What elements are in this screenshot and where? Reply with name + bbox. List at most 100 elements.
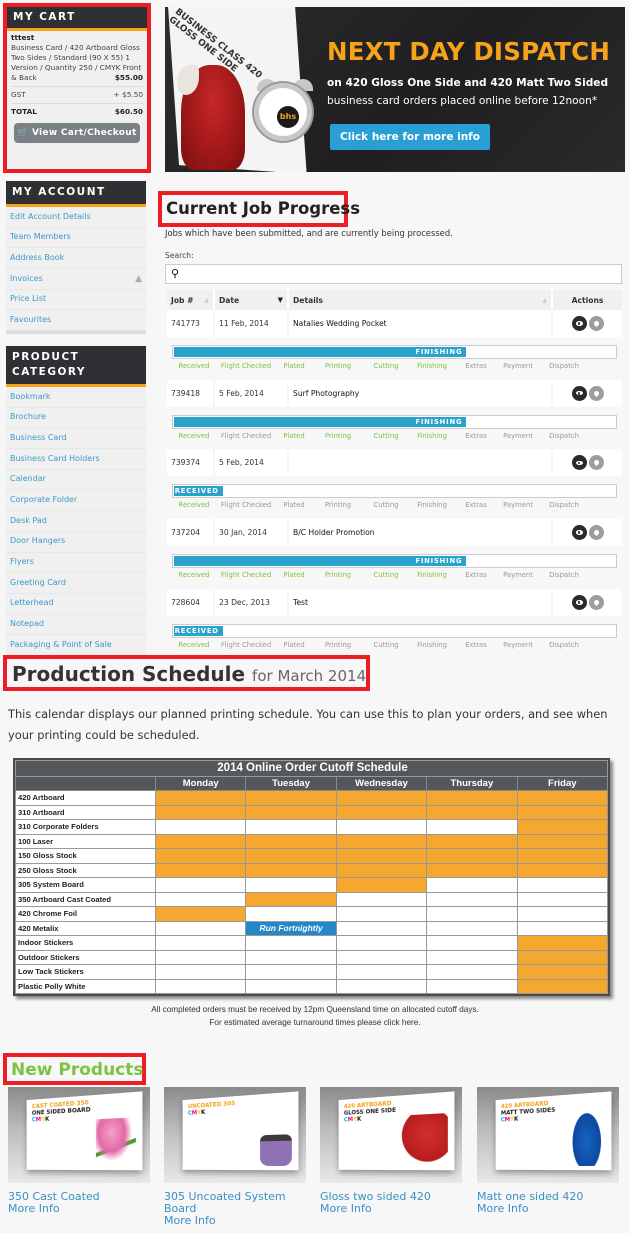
cutoff-day-cell (245, 891, 337, 907)
stage-label: Extras (465, 362, 487, 370)
cutoff-day-cell (516, 833, 609, 849)
warning-icon: ▲ (135, 273, 142, 284)
link-label: Address Book (10, 252, 65, 262)
account-link-price-list[interactable]: Price List (6, 290, 146, 311)
stock-name: 150 Gloss Stock (15, 848, 156, 864)
empty-day-cell (154, 877, 247, 893)
column-job-number[interactable]: Job # ▲︎ (167, 290, 215, 310)
stage-label: Plated (283, 501, 305, 510)
turnaround-times-link[interactable]: For estimated average turnaround times p… (209, 1018, 420, 1027)
product-image[interactable]: CAST COATED 350 ONE SIDED BOARD CMYK (8, 1087, 150, 1183)
empty-day-cell (154, 949, 247, 965)
stage-label: Flight Checked (220, 431, 272, 440)
empty-day-cell (154, 935, 247, 951)
empty-day-cell (154, 920, 247, 936)
day-header-monday: Monday (154, 776, 247, 791)
stage-label: Received (178, 640, 210, 649)
category-link-packaging-point-of-sale[interactable]: Packaging & Point of Sale (6, 635, 146, 656)
view-job-button[interactable] (571, 594, 587, 610)
empty-day-cell (335, 978, 428, 994)
track-job-button[interactable] (588, 455, 604, 471)
stock-name: 350 Artboard Cast Coated (15, 891, 156, 907)
stock-name: 310 Corporate Folders (15, 819, 156, 835)
schedule-row: Plastic Polly White (15, 978, 609, 994)
cart-item-name: tttest (11, 33, 35, 42)
map-pin-icon (592, 529, 600, 537)
search-label: Search: (165, 251, 194, 260)
stock-name: 420 Artboard (15, 790, 156, 806)
job-search-box[interactable]: ⚲ (165, 264, 622, 284)
category-link-desk-pad[interactable]: Desk Pad (6, 511, 146, 532)
cutoff-day-cell (516, 819, 609, 835)
link-label: Greeting Card (10, 577, 66, 587)
empty-day-cell (426, 877, 518, 893)
job-stages: Received Flight Checked Plated Printing Cutt… (172, 501, 617, 509)
job-row: 739374 5 Feb, 2014 RECEIVED Received Flig… (167, 449, 622, 519)
track-job-button[interactable] (588, 525, 604, 541)
view-job-button[interactable] (571, 385, 587, 401)
cutoff-day-cell (426, 862, 518, 878)
link-label: Team Members (10, 232, 71, 242)
category-link-brochure[interactable]: Brochure (6, 408, 146, 429)
category-link-greeting-card[interactable]: Greeting Card (6, 573, 146, 594)
product-image[interactable]: 420 ARTBOARD GLOSS ONE SIDE CMYK (320, 1087, 462, 1183)
category-link-corporate-folder[interactable]: Corporate Folder (6, 490, 146, 512)
job-row: 739418 5 Feb, 2014 Surf Photography FINI… (167, 379, 622, 450)
next-day-dispatch-banner[interactable]: BUSINESS CLASS 420 GLOSS ONE SIDE bhs NE… (165, 7, 625, 172)
empty-day-cell (245, 906, 337, 922)
more-info-link[interactable]: More Info (477, 1203, 619, 1215)
job-progress-bar: FINISHING (172, 345, 617, 359)
more-info-link[interactable]: More Info (320, 1203, 462, 1215)
category-link-calendar[interactable]: Calendar (6, 470, 146, 491)
link-label: Invoices (10, 273, 43, 283)
view-cart-checkout-button[interactable]: 🛒 View Cart/Checkout (14, 123, 140, 143)
track-job-button[interactable] (588, 594, 604, 610)
product-name-link[interactable]: 305 Uncoated System Board (164, 1191, 306, 1215)
column-details[interactable]: Details ▲ (289, 290, 553, 310)
category-link-letterhead[interactable]: Letterhead (6, 594, 146, 615)
view-job-button[interactable] (571, 316, 587, 331)
day-header-thursday: Thursday (426, 776, 518, 791)
category-link-flyers[interactable]: Flyers (6, 553, 146, 574)
empty-day-cell (426, 935, 518, 951)
stock-header (15, 776, 156, 791)
stage-label: Printing (324, 571, 352, 580)
more-info-link[interactable]: More Info (8, 1203, 150, 1215)
column-date[interactable]: Date ▼ (215, 290, 289, 310)
category-link-business-card[interactable]: Business Card (6, 428, 146, 450)
cutoff-day-cell (335, 877, 428, 893)
more-info-button[interactable]: Click here for more info (330, 124, 490, 150)
job-stages: Received Flight Checked Plated Printing Cutt… (172, 571, 617, 579)
category-link-bookmark[interactable]: Bookmark (6, 387, 146, 408)
stock-name: 250 Gloss Stock (15, 862, 156, 878)
stage-label: Finishing (417, 362, 447, 370)
day-header-wednesday: Wednesday (335, 776, 428, 791)
job-progress-bar: RECEIVED (172, 623, 617, 638)
job-search-input[interactable] (186, 266, 616, 282)
job-row: 737204 30 Jan, 2014 B/C Holder Promotion… (167, 519, 622, 589)
new-products-title: New Products (11, 1060, 144, 1080)
cart-item-price: $55.00 (114, 73, 143, 82)
view-job-button[interactable] (571, 525, 587, 541)
product-image[interactable]: UNCOATED 305 CMYK (164, 1087, 306, 1183)
view-job-button[interactable] (571, 455, 587, 471)
category-link-door-hangers[interactable]: Door Hangers (6, 532, 146, 553)
track-job-button[interactable] (588, 316, 604, 331)
job-details (289, 449, 553, 477)
track-job-button[interactable] (588, 385, 604, 401)
category-link-notepad[interactable]: Notepad (6, 615, 146, 636)
empty-day-cell (426, 891, 518, 907)
account-link-favourites[interactable]: Favourites (6, 310, 146, 332)
cutoff-time-note: All completed orders must be received by… (151, 1005, 479, 1014)
account-link-edit-details[interactable]: Edit Account Details (6, 207, 146, 228)
empty-day-cell (335, 920, 428, 936)
category-link-business-card-holders[interactable]: Business Card Holders (6, 449, 146, 470)
account-link-address-book[interactable]: Address Book (6, 248, 146, 270)
account-link-team-members[interactable]: Team Members (6, 228, 146, 249)
jobs-table: Job # ▲︎ Date ▼ Details ▲ Actions 741773 11… (167, 290, 622, 658)
account-link-invoices[interactable]: Invoices ▲ (6, 269, 146, 290)
more-info-link[interactable]: More Info (164, 1215, 306, 1227)
product-image[interactable]: 420 ARTBOARD MATT TWO SIDES CMYK (477, 1087, 619, 1183)
empty-day-cell (335, 819, 428, 835)
stage-label: Flight Checked (220, 571, 272, 580)
